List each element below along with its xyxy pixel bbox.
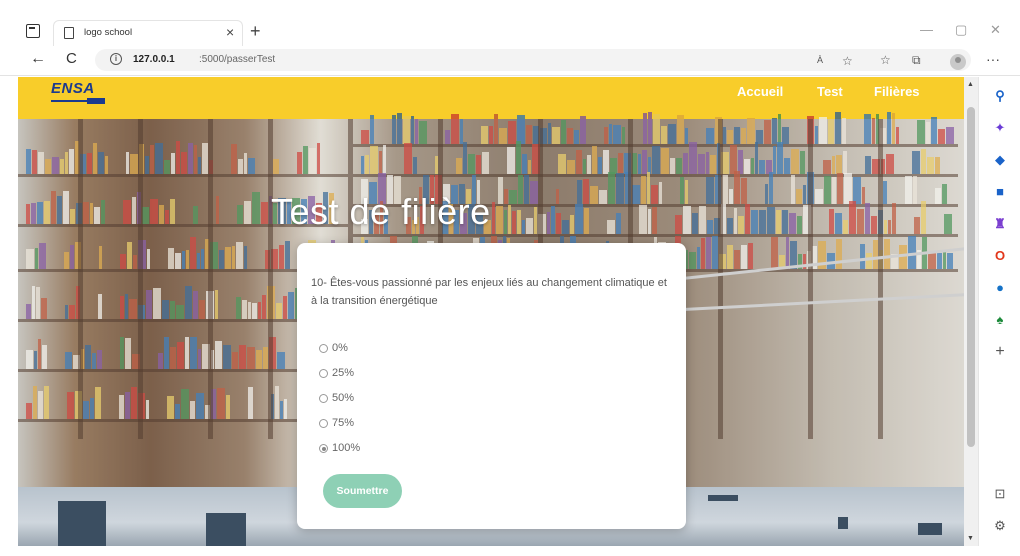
- nav-link-test[interactable]: Test: [817, 84, 843, 99]
- maximize-button[interactable]: ▢: [955, 22, 967, 38]
- panel-icon[interactable]: ⊡: [991, 485, 1009, 503]
- quiz-card: 10- Êtes-vous passionné par les enjeux l…: [297, 243, 686, 529]
- radio-button[interactable]: [319, 394, 328, 403]
- building-window: [58, 501, 106, 546]
- page-scrollbar[interactable]: ▲ ▼: [964, 77, 978, 546]
- question-text: 10- Êtes-vous passionné par les enjeux l…: [311, 277, 667, 307]
- sparkle-icon[interactable]: ✦: [991, 119, 1009, 137]
- games-icon[interactable]: ♜: [991, 215, 1009, 233]
- read-aloud-icon[interactable]: À: [817, 55, 823, 65]
- browser-sidebar: ⚲ ✦ ◆ ■ ♜ O ● ♠ + ⊡ ⚙: [978, 77, 1020, 546]
- building-window: [708, 495, 738, 501]
- address-bar-row: ← C i 127.0.0.1 :5000/passerTest À ☆ ☆ …: [0, 46, 1020, 76]
- logo-text: ENSA: [51, 80, 95, 97]
- workspaces-icon[interactable]: [26, 24, 40, 38]
- briefcase-icon[interactable]: ■: [991, 183, 1009, 201]
- option-label: 25%: [332, 367, 355, 379]
- office-icon[interactable]: O: [991, 247, 1009, 265]
- radio-button[interactable]: [319, 419, 328, 428]
- option-label: 100%: [332, 442, 361, 454]
- building-window: [838, 517, 848, 529]
- collections-icon[interactable]: ⧉: [912, 53, 921, 68]
- page-viewport: ENSA Accueil Test Filières Test de filiè…: [18, 77, 964, 546]
- browser-tab-bar: logo school × + — ▢ ✕: [0, 0, 1020, 46]
- nav-link-accueil[interactable]: Accueil: [737, 84, 783, 99]
- url-path: :5000/passerTest: [199, 54, 276, 65]
- url-field[interactable]: i 127.0.0.1 :5000/passerTest À ☆: [95, 49, 971, 71]
- option-label: 0%: [332, 342, 348, 354]
- back-button[interactable]: ←: [30, 50, 46, 68]
- close-window-button[interactable]: ✕: [990, 22, 1001, 38]
- nav-link-filieres[interactable]: Filières: [874, 84, 920, 99]
- page-icon: [64, 27, 74, 39]
- building-window: [206, 513, 246, 546]
- page-title: Test de filière: [271, 191, 491, 232]
- logo-badge: [87, 98, 105, 104]
- url-host: 127.0.0.1: [133, 54, 175, 65]
- option-label: 50%: [332, 392, 355, 404]
- add-icon[interactable]: +: [991, 343, 1009, 361]
- browser-tab[interactable]: logo school ×: [53, 20, 243, 46]
- radio-button[interactable]: [319, 344, 328, 353]
- site-logo[interactable]: ENSA: [51, 80, 107, 104]
- radio-button[interactable]: [319, 369, 328, 378]
- option-label: 75%: [332, 417, 355, 429]
- reload-button[interactable]: C: [66, 50, 77, 67]
- scroll-up-arrow-icon[interactable]: ▲: [967, 81, 974, 88]
- site-navbar: ENSA Accueil Test Filières: [18, 77, 964, 119]
- radio-button-selected[interactable]: [319, 444, 328, 453]
- tag-icon[interactable]: ◆: [991, 151, 1009, 169]
- favorites-bar-icon[interactable]: ☆: [880, 53, 891, 67]
- new-tab-button[interactable]: +: [250, 21, 261, 42]
- settings-icon[interactable]: ⚙: [991, 517, 1009, 535]
- profile-avatar[interactable]: [950, 54, 966, 70]
- minimize-button[interactable]: —: [920, 22, 933, 37]
- tab-title: logo school: [84, 27, 133, 38]
- scroll-down-arrow-icon[interactable]: ▼: [967, 535, 974, 542]
- search-icon[interactable]: ⚲: [991, 87, 1009, 105]
- favorite-icon[interactable]: ☆: [842, 54, 853, 68]
- tree-icon[interactable]: ♠: [991, 311, 1009, 329]
- site-info-icon[interactable]: i: [110, 53, 122, 65]
- submit-button[interactable]: Soumettre: [323, 474, 402, 508]
- building-window: [918, 523, 942, 535]
- tab-close-icon[interactable]: ×: [226, 24, 234, 40]
- more-options-button[interactable]: ···: [986, 51, 1000, 67]
- scrollbar-thumb[interactable]: [967, 107, 975, 447]
- outlook-icon[interactable]: ●: [991, 279, 1009, 297]
